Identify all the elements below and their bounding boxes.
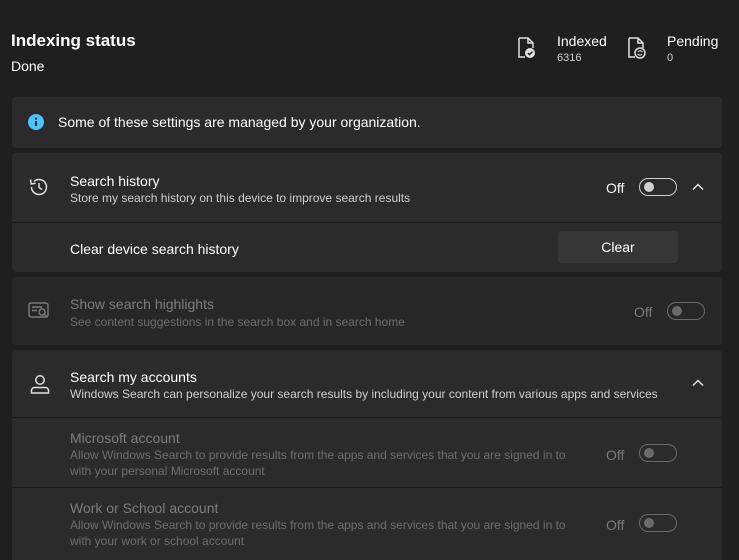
search-highlights-toggle <box>667 302 705 320</box>
clear-history-label: Clear device search history <box>70 241 239 257</box>
microsoft-account-toggle-state: Off <box>606 447 625 463</box>
work-school-account-description-line1: Allow Windows Search to provide results … <box>70 518 566 532</box>
managed-banner: Some of these settings are managed by yo… <box>12 97 722 148</box>
chevron-up-icon[interactable] <box>691 180 705 194</box>
work-school-account-title: Work or School account <box>70 500 219 516</box>
divider <box>12 222 722 223</box>
search-history-title: Search history <box>70 173 160 189</box>
microsoft-account-description-line1: Allow Windows Search to provide results … <box>70 448 566 462</box>
search-highlights-toggle-state: Off <box>634 304 653 320</box>
search-history-toggle-state: Off <box>606 180 625 196</box>
info-icon <box>28 114 44 130</box>
history-icon <box>29 178 48 196</box>
clear-button[interactable]: Clear <box>558 231 678 263</box>
person-icon <box>30 375 50 394</box>
work-school-account-toggle <box>639 514 677 532</box>
pending-count: 0 <box>667 52 674 64</box>
chevron-up-icon[interactable] <box>691 376 705 390</box>
search-history-description: Store my search history on this device t… <box>70 191 411 205</box>
search-accounts-title: Search my accounts <box>70 369 197 385</box>
indexed-label: Indexed <box>557 33 607 49</box>
search-highlights-icon <box>28 302 49 318</box>
indexing-status-value: Done <box>11 58 45 74</box>
indexed-count: 6316 <box>557 52 582 64</box>
document-sync-icon <box>628 37 646 59</box>
divider <box>12 417 722 418</box>
search-history-toggle[interactable] <box>639 178 677 196</box>
microsoft-account-toggle <box>639 444 677 462</box>
search-accounts-description: Windows Search can personalize your sear… <box>70 387 658 401</box>
microsoft-account-title: Microsoft account <box>70 430 180 446</box>
work-school-account-toggle-state: Off <box>606 517 625 533</box>
document-check-icon <box>518 37 535 58</box>
pending-label: Pending <box>667 33 719 49</box>
search-highlights-card: Show search highlights See content sugge… <box>12 277 722 345</box>
work-school-account-description-line2: with your work or school account <box>70 534 245 548</box>
microsoft-account-description-line2: with your personal Microsoft account <box>70 464 265 478</box>
page-title: Indexing status <box>11 31 136 50</box>
divider <box>12 487 722 488</box>
search-highlights-title: Show search highlights <box>70 296 214 312</box>
banner-text: Some of these settings are managed by yo… <box>58 114 421 130</box>
search-highlights-description: See content suggestions in the search bo… <box>70 315 405 329</box>
